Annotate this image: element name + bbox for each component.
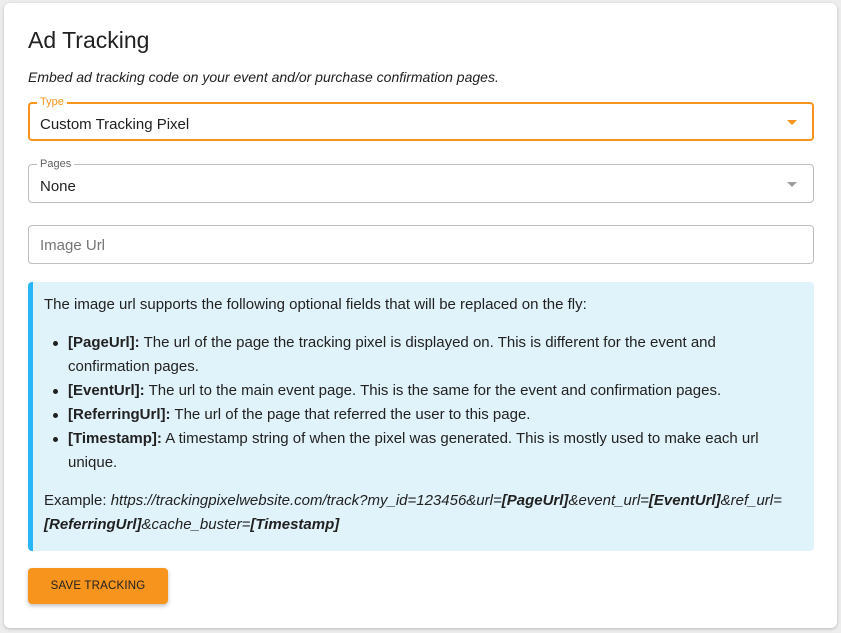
- example-url-token: [Timestamp]: [250, 516, 340, 533]
- bullet-icon: [53, 389, 58, 394]
- field-key: [EventUrl]:: [68, 382, 145, 399]
- page-subtitle: Embed ad tracking code on your event and…: [28, 69, 499, 85]
- bullet-icon: [53, 341, 58, 346]
- field-description: The url to the main event page. This is …: [144, 382, 722, 399]
- list-item: [ReferringUrl]: The url of the page that…: [44, 403, 800, 427]
- field-description: The url of the page the tracking pixel i…: [68, 334, 716, 375]
- field-description: The url of the page that referred the us…: [170, 406, 531, 423]
- example-url-part: &event_url=: [568, 492, 649, 509]
- bullet-icon: [53, 437, 58, 442]
- chevron-down-icon[interactable]: [787, 182, 797, 187]
- field-list: [PageUrl]: The url of the page the track…: [44, 331, 800, 475]
- example-url-part: &ref_url=: [720, 492, 782, 509]
- type-select-label: Type: [37, 96, 67, 108]
- example-label: Example:: [44, 492, 111, 509]
- field-key: [PageUrl]:: [68, 334, 140, 351]
- pages-select[interactable]: Pages None: [28, 158, 814, 203]
- chevron-down-icon[interactable]: [787, 120, 797, 125]
- list-item: [EventUrl]: The url to the main event pa…: [44, 379, 800, 403]
- list-item: [PageUrl]: The url of the page the track…: [44, 331, 800, 379]
- field-key: [ReferringUrl]:: [68, 406, 171, 423]
- pages-select-label: Pages: [37, 158, 75, 170]
- save-tracking-button[interactable]: SAVE TRACKING: [28, 568, 168, 604]
- example-text: Example: https://trackingpixelwebsite.co…: [44, 489, 800, 537]
- field-description: A timestamp string of when the pixel was…: [68, 430, 759, 471]
- example-url-part: https://trackingpixelwebsite.com/track?m…: [110, 492, 502, 509]
- example-url-part: &cache_buster=: [141, 516, 251, 533]
- pages-select-value: None: [40, 178, 76, 195]
- list-item: [Timestamp]: A timestamp string of when …: [44, 427, 800, 475]
- example-url-token: [EventUrl]: [648, 492, 721, 509]
- info-box: The image url supports the following opt…: [28, 282, 814, 551]
- info-intro: The image url supports the following opt…: [44, 296, 587, 313]
- image-url-input[interactable]: Image Url: [28, 225, 814, 264]
- type-select[interactable]: Type Custom Tracking Pixel: [28, 96, 814, 141]
- page-title: Ad Tracking: [28, 27, 150, 53]
- field-key: [Timestamp]:: [68, 430, 162, 447]
- image-url-placeholder: Image Url: [40, 237, 106, 254]
- bullet-icon: [53, 413, 58, 418]
- type-select-value: Custom Tracking Pixel: [40, 116, 190, 133]
- example-url-token: [PageUrl]: [501, 492, 569, 509]
- example-url-token: [ReferringUrl]: [44, 516, 142, 533]
- ad-tracking-card: Ad Tracking Embed ad tracking code on yo…: [4, 3, 837, 628]
